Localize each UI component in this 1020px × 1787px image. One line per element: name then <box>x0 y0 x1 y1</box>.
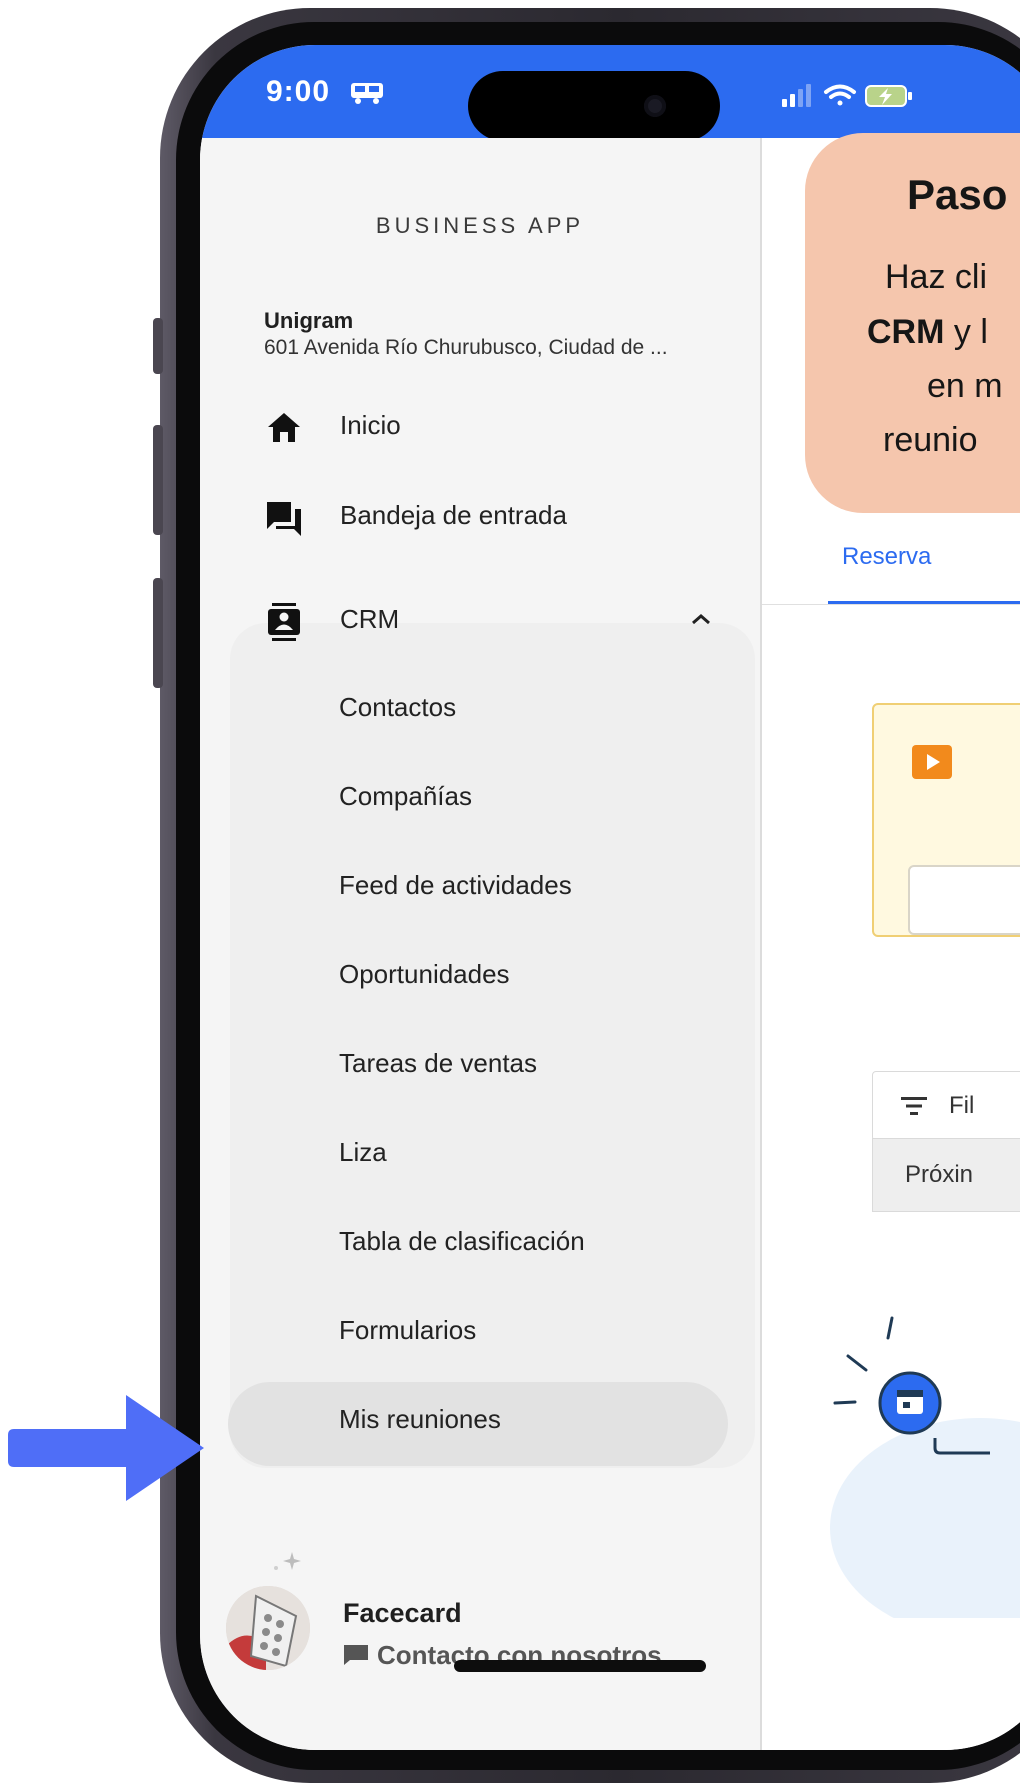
filter-button[interactable]: Fil <box>872 1071 1020 1141</box>
card-action-field[interactable] <box>908 865 1020 935</box>
business-name: Unigram <box>264 308 354 333</box>
crm-item-liza[interactable]: Liza <box>200 1123 760 1183</box>
callout-line-4: reunio <box>883 421 978 459</box>
status-bar: 9:00 <box>200 45 1020 141</box>
tutorial-canvas: 9:00 Reserva Fil Próxin BUSINESS APP Uni… <box>0 0 1020 1787</box>
crm-item-contactos[interactable]: Contactos <box>200 678 760 738</box>
phone-volume-up-button <box>153 425 163 535</box>
crm-item-formularios[interactable]: Formularios <box>200 1301 760 1361</box>
app-title: BUSINESS APP <box>375 213 585 238</box>
signal-icon <box>782 84 811 107</box>
callout-title: Paso <box>907 171 1008 218</box>
crm-label-mis-reuniones: Mis reuniones <box>339 1404 501 1434</box>
crm-label-tabla: Tabla de clasificación <box>339 1226 585 1256</box>
crm-item-tabla-de-clasificacion[interactable]: Tabla de clasificación <box>200 1212 760 1272</box>
user-profile[interactable]: Facecard Contacto con nosotros <box>200 1548 760 1670</box>
nav-label-crm: CRM <box>340 604 400 634</box>
user-name: Facecard <box>343 1598 462 1628</box>
nav-item-inicio[interactable]: Inicio <box>200 394 760 454</box>
instruction-callout: Paso Haz cli CRM y l en m reunio <box>805 133 1020 513</box>
crm-item-oportunidades[interactable]: Oportunidades <box>200 945 760 1005</box>
nav-label-inicio: Inicio <box>340 410 401 440</box>
callout-line-3: en m <box>927 367 1003 405</box>
tab-divider <box>760 604 1020 605</box>
callout-line-2: CRM y l <box>867 313 988 351</box>
tab-reservas[interactable]: Reserva <box>842 543 931 571</box>
upcoming-tab[interactable]: Próxin <box>872 1138 1020 1212</box>
phone-volume-down-button <box>153 578 163 688</box>
home-icon <box>268 413 300 442</box>
navigation-drawer: BUSINESS APP Unigram 601 Avenida Río Chu… <box>200 138 760 1750</box>
upcoming-tab-label: Próxin <box>905 1161 974 1188</box>
chat-bubbles-icon <box>267 502 301 536</box>
crm-item-companias[interactable]: Compañías <box>200 767 760 827</box>
sparkle-icon <box>274 1552 301 1570</box>
wifi-icon <box>824 84 856 106</box>
crm-item-feed-de-actividades[interactable]: Feed de actividades <box>200 856 760 916</box>
crm-label-tareas: Tareas de ventas <box>339 1048 538 1078</box>
filter-icon <box>901 1097 927 1115</box>
crm-item-tareas-de-ventas[interactable]: Tareas de ventas <box>200 1034 760 1094</box>
nav-item-crm[interactable]: CRM <box>200 588 760 648</box>
filter-label: Fil <box>949 1092 975 1119</box>
battery-charging-icon <box>865 85 912 107</box>
drawer-edge <box>760 138 762 1750</box>
signal-wifi-battery-icons <box>782 84 912 107</box>
dynamic-island <box>468 71 720 141</box>
crm-label-formularios: Formularios <box>339 1315 477 1345</box>
bus-icon <box>351 83 383 104</box>
status-time: 9:00 <box>266 75 331 108</box>
nav-label-bandeja: Bandeja de entrada <box>340 500 567 530</box>
phone-action-button <box>153 318 163 374</box>
message-icon <box>344 1645 368 1665</box>
business-address: 601 Avenida Río Churubusco, Ciudad de ..… <box>264 336 668 359</box>
play-icon[interactable] <box>912 745 952 779</box>
nav-item-bandeja-de-entrada[interactable]: Bandeja de entrada <box>200 484 760 544</box>
calendar-illustration <box>830 1316 1020 1618</box>
callout-line-1: Haz cli <box>885 258 988 296</box>
crm-label-contactos: Contactos <box>339 692 457 722</box>
crm-label-oportunidades: Oportunidades <box>339 959 510 989</box>
crm-label-liza: Liza <box>339 1137 387 1167</box>
home-indicator[interactable] <box>454 1660 706 1672</box>
crm-label-feed: Feed de actividades <box>339 870 572 900</box>
avatar[interactable] <box>226 1586 310 1670</box>
info-card <box>872 703 1020 937</box>
pointer-arrow-icon <box>8 1395 204 1501</box>
chevron-up-icon[interactable] <box>690 612 712 626</box>
crm-item-mis-reuniones[interactable]: Mis reuniones <box>200 1382 760 1466</box>
avatar-image <box>226 1586 310 1670</box>
front-camera <box>644 95 666 117</box>
contacts-card-icon <box>268 603 300 641</box>
crm-label-companias: Compañías <box>339 781 472 811</box>
